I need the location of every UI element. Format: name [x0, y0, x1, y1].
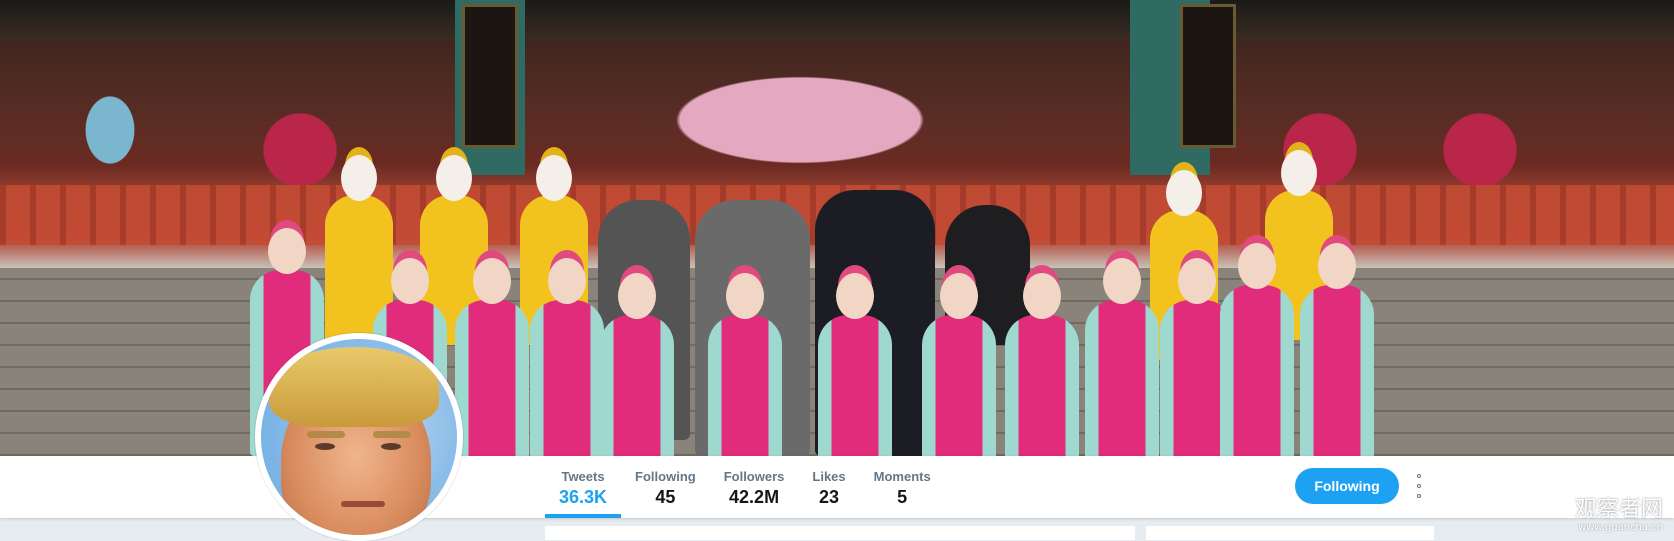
avatar-eye — [381, 443, 401, 450]
stat-value: 45 — [655, 487, 676, 507]
avatar-brow — [307, 431, 345, 438]
profile-stats: Tweets 36.3K Following 45 Followers 42.2… — [545, 456, 945, 518]
stat-label: Following — [635, 469, 696, 484]
banner-child — [1085, 258, 1159, 456]
stat-following[interactable]: Following 45 — [621, 456, 710, 518]
banner-child — [455, 258, 529, 456]
profile-banner-photo[interactable] — [0, 0, 1674, 456]
banner-child — [708, 273, 782, 456]
stat-tweets[interactable]: Tweets 36.3K — [545, 456, 622, 518]
avatar-mouth — [341, 501, 385, 507]
avatar-brow — [373, 431, 411, 438]
stat-label: Followers — [723, 469, 785, 484]
watermark-url: www.guancha.cn — [1578, 522, 1664, 533]
site-watermark: 观察者网 www.guancha.cn — [1575, 497, 1664, 534]
avatar-eye — [315, 443, 335, 450]
banner-child — [1300, 243, 1374, 456]
avatar-photo — [261, 339, 457, 535]
banner-child — [1005, 273, 1079, 456]
avatar-hair — [269, 347, 439, 427]
more-vertical-icon[interactable] — [1414, 474, 1424, 498]
banner-roof — [0, 0, 1674, 40]
stat-label: Moments — [873, 469, 931, 484]
timeline-panel — [545, 526, 1135, 540]
profile-avatar[interactable] — [255, 333, 463, 541]
stat-value: 5 — [897, 487, 908, 507]
watermark-main: 观察者网 — [1575, 497, 1664, 522]
banner-child — [600, 273, 674, 456]
stat-label: Likes — [812, 469, 846, 484]
stat-likes[interactable]: Likes 23 — [798, 456, 859, 518]
sidebar-panel — [1146, 526, 1434, 540]
banner-child — [922, 273, 996, 456]
profile-nav-bar: Tweets 36.3K Following 45 Followers 42.2… — [0, 456, 1674, 518]
following-button[interactable]: Following — [1295, 468, 1399, 504]
banner-crowd — [0, 40, 1674, 190]
stat-label: Tweets — [561, 469, 605, 484]
stat-followers[interactable]: Followers 42.2M — [710, 456, 799, 518]
banner-child — [530, 258, 604, 456]
stat-value: 42.2M — [729, 487, 780, 507]
banner-child — [818, 273, 892, 456]
banner-child — [1220, 243, 1294, 456]
stat-value: 23 — [819, 487, 840, 507]
stat-moments[interactable]: Moments 5 — [860, 456, 945, 518]
stat-value: 36.3K — [559, 487, 608, 507]
